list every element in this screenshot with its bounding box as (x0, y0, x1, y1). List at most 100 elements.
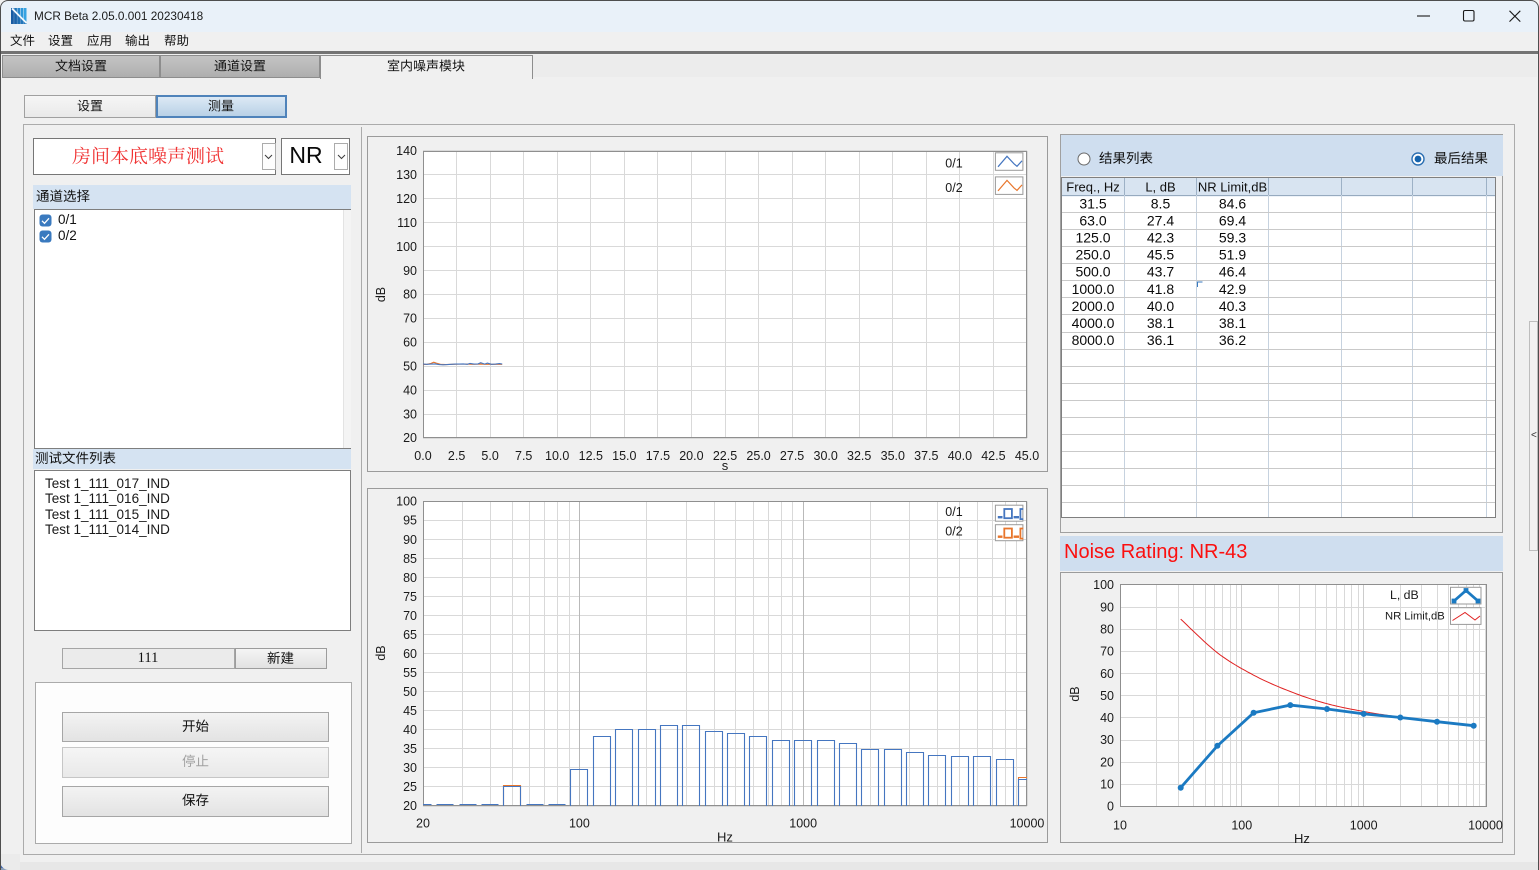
svg-text:0/1: 0/1 (945, 505, 962, 519)
svg-text:0/1: 0/1 (945, 157, 962, 171)
svg-text:0/2: 0/2 (945, 181, 962, 195)
svg-text:45.5: 45.5 (1147, 247, 1174, 263)
svg-text:5.0: 5.0 (481, 449, 498, 463)
svg-text:10: 10 (1100, 778, 1114, 792)
svg-text:42.3: 42.3 (1147, 230, 1174, 246)
svg-text:100: 100 (1093, 578, 1114, 592)
svg-text:250.0: 250.0 (1075, 247, 1110, 263)
svg-text:20.0: 20.0 (679, 449, 703, 463)
svg-text:0.0: 0.0 (414, 449, 431, 463)
svg-text:110: 110 (397, 216, 417, 230)
svg-text:30: 30 (403, 761, 417, 775)
svg-text:42.5: 42.5 (981, 449, 1005, 463)
svg-text:L, dB: L, dB (1390, 588, 1419, 602)
svg-text:25: 25 (403, 780, 417, 794)
svg-text:140: 140 (396, 144, 417, 158)
svg-text:L, dB: L, dB (1145, 180, 1175, 195)
svg-text:46.4: 46.4 (1219, 264, 1246, 280)
svg-text:30.0: 30.0 (814, 449, 838, 463)
svg-text:dB: dB (374, 645, 388, 660)
svg-text:90: 90 (403, 264, 417, 278)
svg-text:4000.0: 4000.0 (1072, 315, 1115, 331)
svg-text:20: 20 (1100, 755, 1114, 769)
svg-text:41.8: 41.8 (1147, 281, 1174, 297)
svg-text:NR Limit,dB: NR Limit,dB (1198, 180, 1267, 195)
svg-text:37.5: 37.5 (914, 449, 938, 463)
svg-text:10000: 10000 (1010, 817, 1045, 831)
svg-text:25.0: 25.0 (746, 449, 770, 463)
svg-text:Hz: Hz (1294, 831, 1310, 846)
svg-text:55: 55 (403, 666, 417, 680)
svg-text:32.5: 32.5 (847, 449, 871, 463)
svg-text:90: 90 (1100, 600, 1114, 614)
svg-text:40: 40 (403, 383, 417, 397)
svg-text:42.9: 42.9 (1219, 281, 1246, 297)
svg-text:30: 30 (403, 407, 417, 421)
svg-text:60: 60 (403, 336, 417, 350)
svg-text:0: 0 (1107, 800, 1114, 814)
svg-text:100: 100 (569, 817, 590, 831)
svg-text:Hz: Hz (717, 830, 733, 845)
svg-text:Freq., Hz: Freq., Hz (1066, 180, 1119, 195)
svg-text:27.5: 27.5 (780, 449, 804, 463)
svg-text:40.0: 40.0 (948, 449, 972, 463)
svg-text:2.5: 2.5 (448, 449, 465, 463)
svg-text:59.3: 59.3 (1219, 230, 1246, 246)
svg-text:70: 70 (403, 312, 417, 326)
svg-text:80: 80 (403, 571, 417, 585)
svg-text:69.4: 69.4 (1219, 213, 1246, 229)
svg-text:8.5: 8.5 (1151, 195, 1171, 211)
svg-text:65: 65 (403, 628, 417, 642)
svg-text:120: 120 (396, 192, 417, 206)
svg-text:43.7: 43.7 (1147, 264, 1174, 280)
svg-text:51.9: 51.9 (1219, 247, 1246, 263)
svg-text:60: 60 (1100, 667, 1114, 681)
svg-text:35: 35 (403, 742, 417, 756)
svg-text:dB: dB (374, 287, 388, 302)
svg-text:20: 20 (403, 799, 417, 813)
svg-text:500.0: 500.0 (1075, 264, 1110, 280)
svg-text:36.1: 36.1 (1147, 332, 1174, 348)
svg-text:125.0: 125.0 (1075, 230, 1110, 246)
svg-text:2000.0: 2000.0 (1072, 298, 1115, 314)
svg-text:63.0: 63.0 (1079, 213, 1106, 229)
svg-text:10000: 10000 (1468, 819, 1503, 833)
svg-text:85: 85 (403, 552, 417, 566)
svg-text:7.5: 7.5 (515, 449, 532, 463)
svg-text:90: 90 (403, 533, 417, 547)
svg-text:45.0: 45.0 (1015, 449, 1039, 463)
svg-text:38.1: 38.1 (1219, 315, 1246, 331)
svg-text:8000.0: 8000.0 (1072, 332, 1115, 348)
svg-text:12.5: 12.5 (579, 449, 603, 463)
svg-text:130: 130 (396, 168, 417, 182)
svg-text:38.1: 38.1 (1147, 315, 1174, 331)
svg-text:80: 80 (403, 288, 417, 302)
svg-text:36.2: 36.2 (1219, 332, 1246, 348)
svg-text:s: s (722, 458, 729, 472)
svg-text:80: 80 (1100, 623, 1114, 637)
svg-text:dB: dB (1068, 686, 1082, 701)
svg-text:17.5: 17.5 (646, 449, 670, 463)
svg-text:95: 95 (403, 514, 417, 528)
svg-text:35.0: 35.0 (881, 449, 905, 463)
svg-text:70: 70 (1100, 645, 1114, 659)
svg-text:50: 50 (403, 359, 417, 373)
svg-text:NR Limit,dB: NR Limit,dB (1385, 611, 1445, 623)
svg-text:20: 20 (403, 431, 417, 445)
svg-text:100: 100 (396, 240, 417, 254)
svg-text:40: 40 (403, 723, 417, 737)
svg-text:100: 100 (396, 495, 417, 509)
svg-text:1000: 1000 (789, 817, 817, 831)
svg-text:45: 45 (403, 704, 417, 718)
svg-text:75: 75 (403, 590, 417, 604)
svg-text:30: 30 (1100, 733, 1114, 747)
svg-text:27.4: 27.4 (1147, 213, 1174, 229)
svg-text:1000.0: 1000.0 (1072, 281, 1115, 297)
svg-text:40.0: 40.0 (1147, 298, 1174, 314)
svg-text:15.0: 15.0 (612, 449, 636, 463)
svg-text:40.3: 40.3 (1219, 298, 1246, 314)
svg-text:20: 20 (416, 817, 430, 831)
svg-text:1000: 1000 (1350, 819, 1378, 833)
svg-text:31.5: 31.5 (1079, 195, 1106, 211)
svg-text:70: 70 (403, 609, 417, 623)
